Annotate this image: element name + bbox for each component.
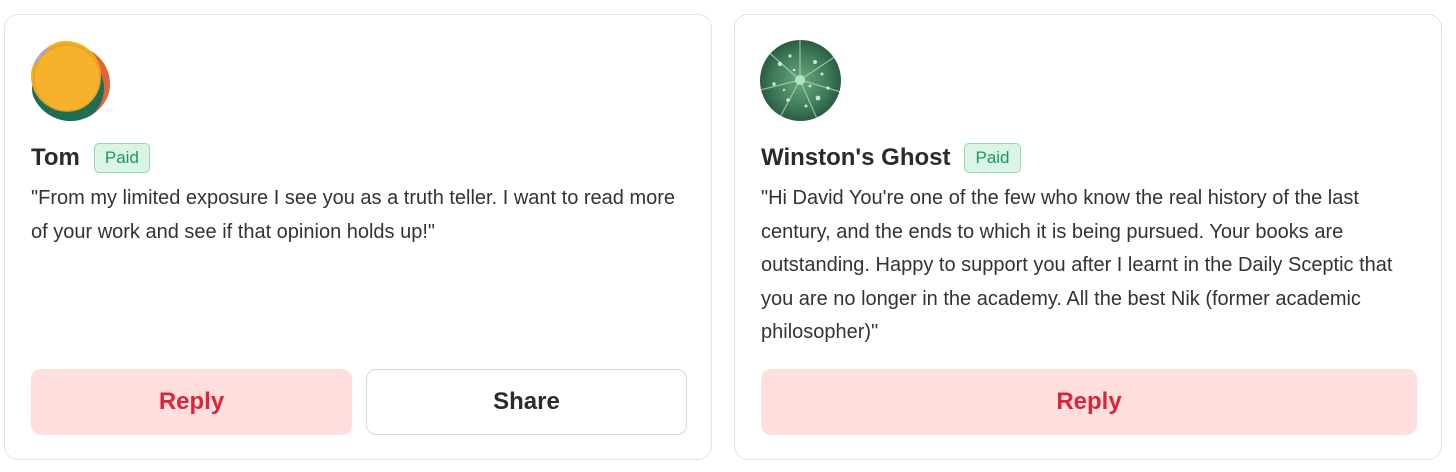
testimonial-card: Winston's Ghost Paid "Hi David You're on… (734, 14, 1442, 460)
testimonial-quote: "From my limited exposure I see you as a… (31, 187, 676, 243)
commenter-name[interactable]: Winston's Ghost (761, 141, 950, 175)
share-button[interactable]: Share (366, 369, 687, 435)
reply-button[interactable]: Reply (31, 369, 352, 435)
abstract-avatar-icon (30, 40, 111, 121)
testimonial-card: Tom Paid "From my limited exposure I see… (4, 14, 712, 460)
leaf-avatar-icon (760, 40, 841, 121)
commenter-name[interactable]: Tom (31, 141, 80, 175)
reply-button[interactable]: Reply (761, 369, 1417, 435)
avatar[interactable] (30, 40, 111, 121)
name-row: Tom Paid (31, 141, 150, 175)
testimonial-quote: "Hi David You're one of the few who know… (761, 187, 1393, 343)
avatar[interactable] (760, 40, 841, 121)
paid-badge: Paid (964, 143, 1021, 173)
paid-badge: Paid (93, 143, 150, 173)
name-row: Winston's Ghost Paid (761, 141, 1021, 175)
